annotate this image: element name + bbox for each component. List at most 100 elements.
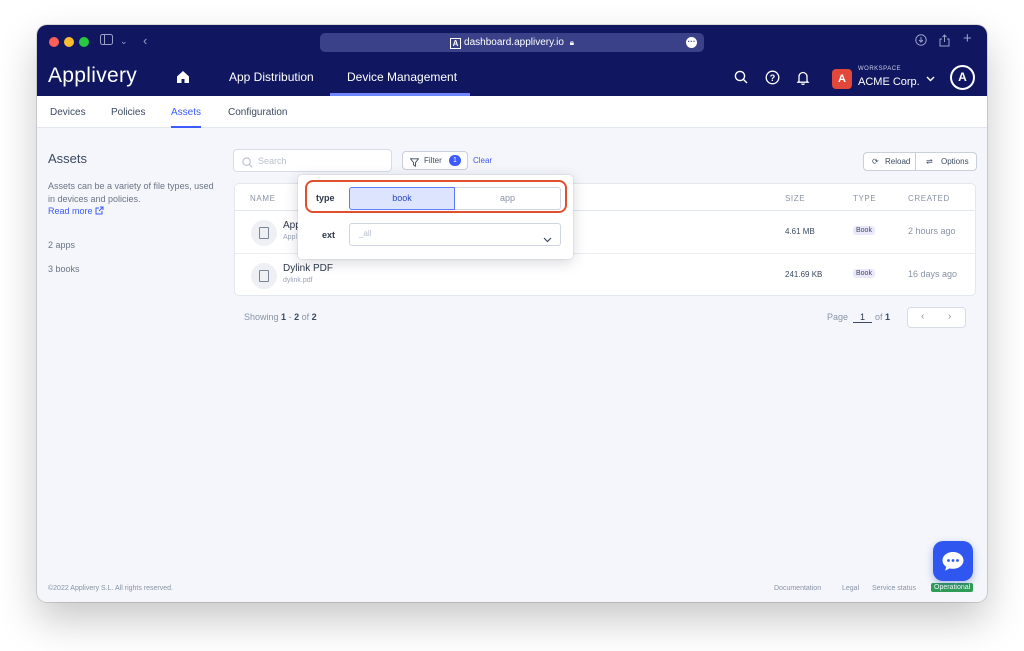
previous-page-icon[interactable]: ‹ <box>921 311 924 322</box>
site-favicon-icon: A <box>450 38 462 49</box>
showing-to: 2 <box>294 312 300 322</box>
nav-app-distribution[interactable]: App Distribution <box>229 60 314 96</box>
reload-label: Reload <box>885 157 911 166</box>
tab-configuration[interactable]: Configuration <box>228 96 287 128</box>
filter-icon <box>409 156 420 173</box>
workspace-caption: WORKSPACE <box>858 66 902 72</box>
column-header-created[interactable]: CREATED <box>908 194 950 203</box>
ext-select[interactable]: _all <box>349 223 561 246</box>
showing-prefix: Showing <box>244 312 279 322</box>
brand-logo[interactable]: Applivery <box>48 64 137 88</box>
chat-icon <box>942 552 964 571</box>
book-icon <box>251 220 277 246</box>
documentation-link[interactable]: Documentation <box>774 585 821 592</box>
search-input[interactable] <box>258 154 383 168</box>
user-avatar[interactable]: A <box>950 65 975 90</box>
reload-button[interactable]: ⟳ Reload <box>863 152 916 171</box>
filter-popover: type book app ext _all <box>298 175 573 259</box>
ext-filter-label: ext <box>322 230 336 240</box>
assets-description: Assets can be a variety of file types, u… <box>48 181 214 204</box>
book-icon <box>251 263 277 289</box>
next-page-icon[interactable]: › <box>948 311 951 322</box>
app-header: Applivery App Distribution Device Manage… <box>37 60 987 96</box>
filter-button[interactable]: Filter 1 <box>402 151 468 170</box>
tab-assets[interactable]: Assets <box>171 96 202 128</box>
search-icon <box>242 155 253 173</box>
page-title: Assets <box>48 151 88 166</box>
showing-total: 2 <box>311 312 317 322</box>
showing-of: of <box>301 312 310 322</box>
search-box[interactable] <box>233 149 392 172</box>
close-window-button[interactable] <box>49 37 59 47</box>
nav-device-management[interactable]: Device Management <box>330 60 470 96</box>
help-icon[interactable]: ? <box>765 70 781 86</box>
asset-type-badge: Book <box>853 226 875 235</box>
asset-created: 16 days ago <box>908 269 958 279</box>
svg-text:?: ? <box>770 73 776 83</box>
back-icon[interactable]: ‹ <box>143 34 147 48</box>
page-of-pages: of 1 <box>875 312 890 322</box>
apps-count[interactable]: 2 apps <box>48 240 75 250</box>
tab-policies[interactable]: Policies <box>111 96 145 128</box>
asset-type-badge: Book <box>853 269 875 278</box>
chevron-down-icon[interactable]: ⌄ <box>120 34 128 48</box>
external-link-icon <box>95 206 104 215</box>
asset-filename: Appl <box>283 234 298 241</box>
url-text: dashboard.applivery.io <box>464 37 564 48</box>
pager: ‹ › <box>907 307 966 328</box>
reload-icon: ⟳ <box>872 157 879 166</box>
share-icon[interactable] <box>939 34 950 50</box>
browser-toolbar: ⌄ ‹ Adashboard.applivery.io 🔒︎ ··· + <box>37 25 987 60</box>
maximize-window-button[interactable] <box>79 37 89 47</box>
subtab-bar: Devices Policies Assets Configuration <box>37 96 987 128</box>
type-filter-label: type <box>316 193 335 203</box>
page-label: Page <box>827 312 849 322</box>
new-tab-icon[interactable]: + <box>963 31 972 46</box>
options-icon: ⇌ <box>926 157 933 166</box>
status-badge: Operational <box>931 583 974 592</box>
column-header-type[interactable]: TYPE <box>853 194 876 203</box>
asset-size: 4.61 MB <box>785 227 815 236</box>
read-more-label: Read more <box>48 206 93 216</box>
sidebar-toggle-icon[interactable] <box>100 34 113 48</box>
filter-label: Filter <box>424 156 442 165</box>
options-button[interactable]: ⇌ Options <box>915 152 977 171</box>
ext-select-value: _all <box>359 229 372 238</box>
asset-size: 241.69 KB <box>785 270 823 279</box>
service-status-link[interactable]: Service status <box>872 585 916 592</box>
asset-filename: dylink.pdf <box>283 277 313 284</box>
lock-icon: 🔒︎ <box>569 38 574 47</box>
page-total: 1 <box>885 312 891 322</box>
showing-from: 1 <box>281 312 287 322</box>
column-header-name[interactable]: NAME <box>250 194 276 203</box>
column-header-size[interactable]: SIZE <box>785 194 805 203</box>
asset-name: Dylink PDF <box>283 263 334 274</box>
type-option-book[interactable]: book <box>349 187 455 210</box>
bell-icon[interactable] <box>796 70 812 86</box>
home-icon[interactable] <box>176 70 190 84</box>
workspace-chevron-down-icon[interactable] <box>926 74 935 85</box>
showing-count: Showing 1 - 2 of 2 <box>244 312 317 322</box>
read-more-link[interactable]: Read more <box>48 206 104 216</box>
chat-button[interactable] <box>933 541 973 581</box>
chevron-down-icon <box>543 230 552 248</box>
table-row[interactable]: Dylink PDF dylink.pdf 241.69 KB Book 16 … <box>235 254 975 295</box>
type-option-app[interactable]: app <box>455 187 561 210</box>
copyright: ©2022 Applivery S.L. All rights reserved… <box>48 585 173 592</box>
browser-window: ⌄ ‹ Adashboard.applivery.io 🔒︎ ··· + App… <box>37 25 987 602</box>
asset-created: 2 hours ago <box>908 226 956 236</box>
workspace-name[interactable]: ACME Corp. <box>858 76 920 88</box>
more-icon[interactable]: ··· <box>686 37 697 48</box>
page-of-label: of <box>875 312 883 322</box>
clear-filters-link[interactable]: Clear <box>473 156 492 165</box>
workspace-logo[interactable]: A <box>832 69 852 89</box>
filter-count-badge: 1 <box>449 155 461 166</box>
minimize-window-button[interactable] <box>64 37 74 47</box>
tab-devices[interactable]: Devices <box>50 96 86 128</box>
page-number-input[interactable]: 1 <box>853 309 872 323</box>
legal-link[interactable]: Legal <box>842 585 859 592</box>
address-bar[interactable]: Adashboard.applivery.io 🔒︎ ··· <box>320 33 704 52</box>
books-count[interactable]: 3 books <box>48 264 80 274</box>
search-icon[interactable] <box>734 70 750 86</box>
download-icon[interactable] <box>915 34 927 49</box>
